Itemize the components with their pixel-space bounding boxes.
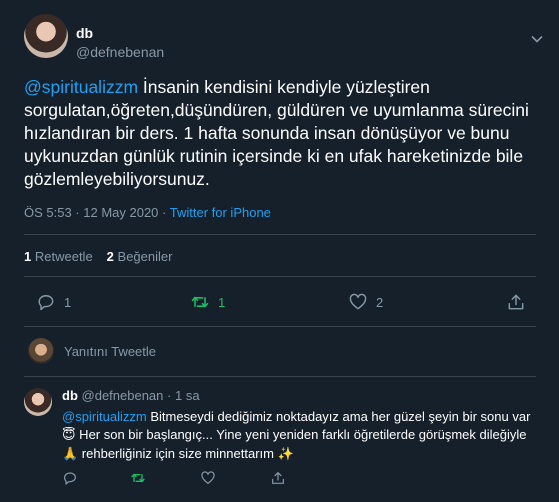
like-icon (201, 471, 215, 484)
like-icon (349, 293, 367, 310)
tweet-meta: ÖS 5:53 · 12 May 2020 · Twitter for iPho… (24, 205, 271, 220)
reply-input-placeholder[interactable]: Yanıtını Tweetle (64, 344, 156, 359)
reply-text: @spiritualizzm Bitmeseydi dediğimiz nokt… (62, 408, 532, 464)
chevron-down-icon[interactable] (530, 32, 544, 46)
reply-share-button[interactable] (270, 470, 286, 491)
divider (24, 326, 536, 327)
reply-reply-button[interactable] (62, 470, 78, 491)
like-count: 2 (376, 294, 384, 310)
retweet-button[interactable]: 1 (190, 288, 225, 316)
reply-author-handle[interactable]: @defnebenan (82, 388, 164, 403)
meta-separator: · (158, 205, 170, 220)
reply-text-part-3: rehberliğiniz için size minnettarım (78, 446, 278, 461)
divider (24, 376, 536, 377)
reply-time[interactable]: · 1 sa (167, 388, 200, 403)
divider (24, 276, 536, 277)
reply-button[interactable]: 1 (36, 288, 71, 316)
reply-retweet-button[interactable] (130, 470, 146, 491)
author-avatar[interactable] (24, 14, 68, 58)
share-icon (508, 294, 524, 310)
retweet-icon (131, 473, 145, 483)
like-stat-label: Beğeniler (117, 249, 173, 264)
sparkles-emoji: ✨ (277, 447, 294, 462)
reply-icon (38, 295, 54, 311)
tweet-header: db @defnebenan (24, 14, 544, 66)
author-handle[interactable]: @defnebenan (76, 44, 164, 60)
tweet-stats: 1 Retweetle 2 Beğeniler (24, 249, 172, 264)
smile-emoji: 😇 (62, 428, 76, 443)
share-icon (272, 472, 284, 484)
reply-text-part-1: Bitmeseydi dediğimiz noktadayız ama her … (146, 409, 531, 424)
retweet-stat[interactable]: 1 Retweetle (24, 249, 93, 264)
reply-author-name[interactable]: db (62, 388, 78, 403)
like-stat[interactable]: 2 Beğeniler (107, 249, 173, 264)
reply-icon (64, 472, 76, 485)
like-stat-count: 2 (106, 249, 114, 264)
reply-text-part-2: Her son bir başlangıç... Yine yeni yenid… (75, 427, 527, 442)
retweet-stat-label: Retweetle (34, 249, 93, 264)
reply-composer[interactable]: Yanıtını Tweetle (24, 336, 536, 366)
reply-author-avatar[interactable] (24, 388, 52, 416)
reply-like-button[interactable] (200, 470, 216, 491)
user-avatar (28, 338, 54, 364)
retweet-icon (191, 296, 209, 308)
retweet-stat-count: 1 (24, 249, 32, 264)
tweet-source-link[interactable]: Twitter for iPhone (170, 205, 271, 220)
retweet-count: 1 (218, 294, 226, 310)
like-button[interactable]: 2 (348, 288, 383, 316)
tweet-timestamp[interactable]: ÖS 5:53 · 12 May 2020 (24, 205, 158, 220)
tweet-text: @spiritualizzm İnsanin kendisini kendiyl… (24, 76, 536, 191)
reply-action-bar (62, 470, 502, 490)
reply-header: db @defnebenan · 1 sa (62, 388, 200, 403)
tweet-mention-link[interactable]: @spiritualizzm (24, 77, 138, 97)
reply-mention-link[interactable]: @spiritualizzm (62, 409, 147, 424)
tweet-action-bar: 1 1 2 (24, 288, 536, 316)
divider (24, 234, 536, 235)
pray-emoji: 🙏 (62, 447, 79, 462)
author-name[interactable]: db (76, 25, 93, 41)
reply-count: 1 (64, 294, 72, 310)
share-button[interactable] (506, 288, 526, 316)
